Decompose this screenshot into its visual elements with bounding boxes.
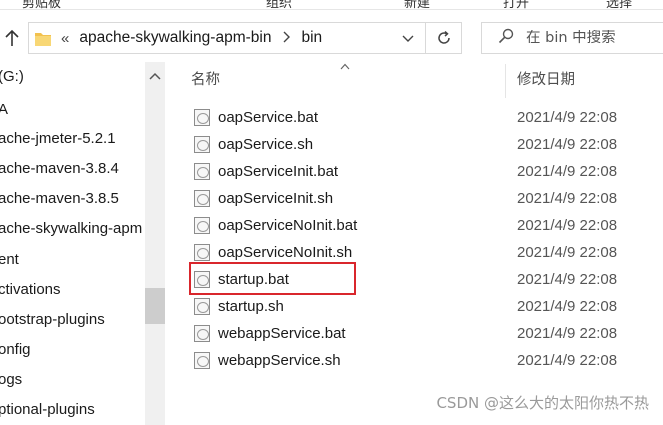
script-file-icon [194, 109, 210, 126]
script-file-icon [194, 298, 210, 315]
ribbon-group-new: 新建 [404, 0, 431, 10]
file-name: oapService.sh [218, 136, 314, 153]
ribbon-strip: 剪贴板 组织 新建 打开 选择 [0, 0, 663, 10]
nav-item[interactable]: (G:) [0, 62, 24, 92]
search-input[interactable] [526, 30, 663, 46]
file-name: startup.sh [218, 298, 284, 315]
refresh-button[interactable] [426, 22, 462, 54]
highlight-annotation [189, 262, 356, 295]
nav-item[interactable]: ctivations [0, 275, 61, 305]
column-divider[interactable] [505, 64, 506, 98]
nav-item[interactable]: ache-maven-3.8.4 [0, 154, 119, 184]
file-row[interactable]: oapServiceInit.sh 2021/4/9 22:08 [165, 185, 663, 212]
file-modified-date: 2021/4/9 22:08 [517, 136, 618, 153]
column-header-modified[interactable]: 修改日期 [517, 62, 575, 98]
nav-item[interactable]: ptional-plugins [0, 395, 95, 425]
breadcrumb-bin[interactable]: bin [301, 29, 322, 47]
script-file-icon [194, 163, 210, 180]
address-row: « apache-skywalking-apm-bin bin [0, 14, 663, 62]
script-file-icon [194, 325, 210, 342]
nav-scrollbar[interactable] [145, 62, 165, 425]
ribbon-group-select: 选择 [606, 0, 633, 10]
chevron-down-icon[interactable] [401, 31, 415, 50]
file-modified-date: 2021/4/9 22:08 [517, 163, 618, 180]
file-row[interactable]: startup.sh 2021/4/9 22:08 [165, 293, 663, 320]
nav-item[interactable]: ache-skywalking-apm [0, 214, 142, 244]
ribbon-group-clipboard: 剪贴板 [22, 0, 62, 10]
file-row[interactable]: webappService.sh 2021/4/9 22:08 [165, 347, 663, 374]
search-box[interactable] [481, 22, 663, 54]
breadcrumb-skywalking[interactable]: apache-skywalking-apm-bin [79, 29, 271, 47]
folder-icon [35, 31, 51, 46]
arrow-up-icon [5, 29, 19, 46]
script-file-icon [194, 244, 210, 261]
file-modified-date: 2021/4/9 22:08 [517, 352, 618, 369]
breadcrumb-overflow[interactable]: « [61, 30, 69, 47]
file-name: webappService.sh [218, 352, 341, 369]
nav-item[interactable]: ogs [0, 365, 22, 395]
chevron-right-icon[interactable] [283, 30, 291, 46]
file-modified-date: 2021/4/9 22:08 [517, 325, 618, 342]
file-modified-date: 2021/4/9 22:08 [517, 298, 618, 315]
nav-scroll-thumb[interactable] [145, 288, 165, 324]
ribbon-group-open: 打开 [503, 0, 530, 10]
navigation-pane: ptional-plugins ogs onfig ootstrap-plugins c… [0, 62, 165, 425]
file-row[interactable]: oapServiceInit.bat 2021/4/9 22:08 [165, 158, 663, 185]
script-file-icon [194, 190, 210, 207]
nav-item[interactable]: ache-maven-3.8.5 [0, 184, 119, 214]
file-name: oapServiceInit.bat [218, 163, 339, 180]
file-modified-date: 2021/4/9 22:08 [517, 217, 618, 234]
nav-item[interactable]: A [0, 95, 8, 125]
script-file-icon [194, 352, 210, 369]
nav-item[interactable]: ache-jmeter-5.2.1 [0, 124, 116, 154]
script-file-icon [194, 136, 210, 153]
file-row[interactable]: webappService.bat 2021/4/9 22:08 [165, 320, 663, 347]
up-button[interactable] [0, 24, 24, 52]
watermark: CSDN @这么大的太阳你热不热 [436, 394, 649, 412]
file-modified-date: 2021/4/9 22:08 [517, 271, 618, 288]
nav-item[interactable]: ent [0, 245, 19, 275]
refresh-icon [437, 30, 450, 44]
file-modified-date: 2021/4/9 22:08 [517, 190, 618, 207]
nav-item[interactable]: ootstrap-plugins [0, 305, 105, 335]
file-name: oapServiceInit.sh [218, 190, 334, 207]
column-header-name[interactable]: 名称 [191, 62, 220, 98]
nav-item[interactable]: onfig [0, 335, 31, 365]
script-file-icon [194, 217, 210, 234]
file-row[interactable]: oapServiceNoInit.bat 2021/4/9 22:08 [165, 212, 663, 239]
file-row[interactable]: oapService.sh 2021/4/9 22:08 [165, 131, 663, 158]
file-name: webappService.bat [218, 325, 346, 342]
scroll-up-icon[interactable] [149, 68, 161, 86]
file-name: oapService.bat [218, 109, 319, 126]
sort-ascending-icon [340, 62, 350, 73]
file-name: oapServiceNoInit.bat [218, 217, 358, 234]
file-row[interactable]: oapService.bat 2021/4/9 22:08 [165, 104, 663, 131]
ribbon-group-organize: 组织 [266, 0, 293, 10]
search-icon [498, 28, 514, 49]
file-modified-date: 2021/4/9 22:08 [517, 109, 618, 126]
address-bar[interactable]: « apache-skywalking-apm-bin bin [28, 22, 426, 54]
file-modified-date: 2021/4/9 22:08 [517, 244, 618, 261]
